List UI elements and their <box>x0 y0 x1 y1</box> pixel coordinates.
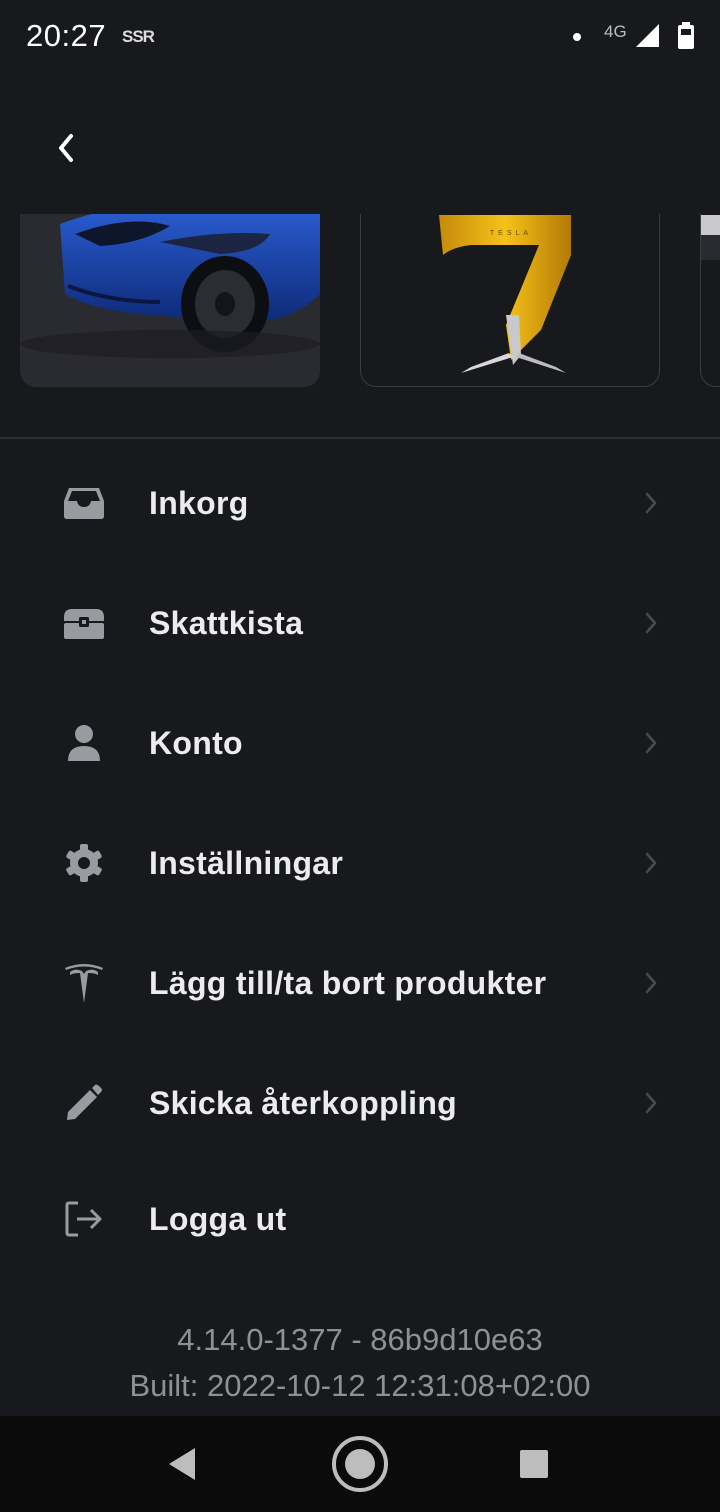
status-app-indicator: SSR <box>122 27 155 46</box>
wall-connector-image: TESLA <box>439 215 571 373</box>
battery-icon <box>677 22 695 55</box>
menu-item-label: Inkorg <box>149 484 249 521</box>
menu-item-skicka-aterkoppling[interactable]: Skicka återkoppling <box>0 1047 720 1159</box>
inbox-icon <box>62 481 106 525</box>
build-text: Built: 2022-10-12 12:31:08+02:00 <box>129 1368 591 1403</box>
product-carousel[interactable]: TESLA <box>0 214 720 388</box>
chevron-right-icon <box>640 489 662 517</box>
chevron-right-icon <box>640 849 662 877</box>
menu-item-installningar[interactable]: Inställningar <box>0 807 720 919</box>
status-time: 20:27 <box>26 18 107 53</box>
nav-home-button[interactable] <box>330 1434 390 1494</box>
chevron-left-icon <box>59 134 73 162</box>
logout-icon <box>62 1197 106 1241</box>
nav-recents-button[interactable] <box>504 1434 564 1494</box>
chevron-right-icon <box>640 729 662 757</box>
product-card-third[interactable] <box>700 214 720 387</box>
tesla-logo-icon <box>62 961 106 1005</box>
menu-item-konto[interactable]: Konto <box>0 687 720 799</box>
menu-item-label: Konto <box>149 724 243 761</box>
menu-item-label: Lägg till/ta bort produkter <box>149 964 547 1001</box>
recents-square-icon <box>520 1450 548 1478</box>
menu-item-label: Inställningar <box>149 844 344 881</box>
menu-item-lagg-till-produkter[interactable]: Lägg till/ta bort produkter <box>0 927 720 1039</box>
menu-item-inkorg[interactable]: Inkorg <box>0 447 720 559</box>
blue-model-3-image <box>20 214 320 358</box>
back-button[interactable] <box>44 124 88 172</box>
person-icon <box>62 721 106 765</box>
nav-back-button[interactable] <box>152 1434 212 1494</box>
divider <box>0 437 720 439</box>
svg-text:TESLA: TESLA <box>490 230 532 237</box>
version-text: 4.14.0-1377 - 86b9d10e63 <box>177 1322 543 1357</box>
network-type: 4G <box>604 22 627 41</box>
system-nav-bar <box>0 1416 720 1512</box>
product-card-car[interactable] <box>20 214 320 387</box>
chevron-right-icon <box>640 609 662 637</box>
home-circle-icon <box>332 1436 388 1492</box>
chevron-right-icon <box>640 969 662 997</box>
treasure-chest-icon <box>62 601 106 645</box>
menu-item-skattkista[interactable]: Skattkista <box>0 567 720 679</box>
partial-product-image <box>701 215 720 260</box>
product-card-charger[interactable]: TESLA <box>360 214 660 387</box>
menu-item-label: Logga ut <box>149 1200 287 1237</box>
notification-dot-icon <box>573 33 581 41</box>
pencil-icon <box>62 1081 106 1125</box>
menu-item-label: Skicka återkoppling <box>149 1084 458 1121</box>
menu-item-label: Skattkista <box>149 604 304 641</box>
gear-icon <box>62 841 106 885</box>
signal-icon <box>634 22 660 53</box>
status-bar: 20:27 SSR 4G <box>0 0 720 72</box>
chevron-right-icon <box>640 1089 662 1117</box>
menu-item-logga-ut[interactable]: Logga ut <box>0 1163 720 1275</box>
back-triangle-icon <box>169 1448 195 1480</box>
